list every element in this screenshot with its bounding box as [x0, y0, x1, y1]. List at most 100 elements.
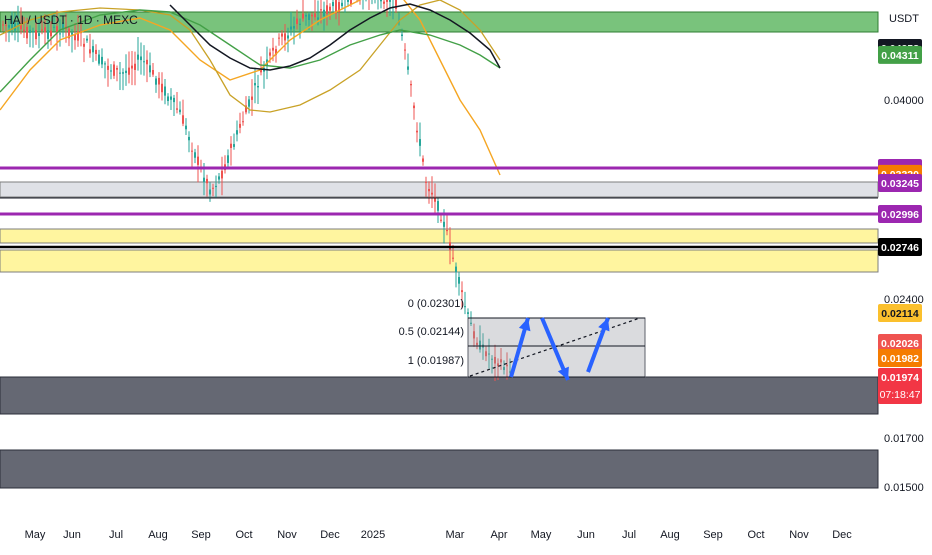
chart-area[interactable]: 0 (0.02301) 0.5 (0.02144) 1 (0.01987) May J…	[0, 0, 932, 550]
candle-body	[209, 189, 211, 195]
price-chart[interactable]: 0 (0.02301) 0.5 (0.02144) 1 (0.01987) May J…	[0, 0, 932, 550]
candle-body	[164, 86, 166, 96]
candle-body	[182, 115, 184, 124]
candle-body	[431, 192, 433, 195]
candle-body	[347, 0, 349, 2]
x-tick-label: Jul	[109, 529, 123, 541]
x-tick-label: Sep	[191, 529, 211, 541]
candle-body	[101, 56, 103, 65]
x-tick-label: Nov	[277, 529, 297, 541]
x-tick-label: Aug	[660, 529, 680, 541]
candle-body	[197, 156, 199, 165]
x-tick-label: May	[25, 529, 46, 541]
x-tick-label: Oct	[235, 529, 252, 541]
candle-body	[158, 77, 160, 85]
candle-body	[464, 306, 466, 308]
x-tick-label: Jun	[63, 529, 81, 541]
candle-body	[410, 83, 412, 86]
x-tick-label: Dec	[320, 529, 340, 541]
candle-body	[125, 70, 127, 74]
candle-body	[176, 108, 178, 110]
candle-body	[206, 178, 208, 184]
y-tick-label: 0.04000	[884, 95, 924, 107]
candle-body	[257, 86, 259, 88]
candle-body	[461, 290, 463, 293]
candle-body	[341, 2, 343, 7]
candle-body	[389, 0, 391, 2]
yellow-zone-2	[0, 249, 879, 273]
candle-body	[296, 18, 298, 24]
price-label: 0.03245	[881, 178, 919, 190]
candle-body	[323, 9, 325, 17]
candle-body	[191, 150, 193, 152]
candle-body	[221, 170, 223, 179]
y-tick-label: 0.01500	[884, 482, 924, 494]
candle-body	[440, 219, 442, 221]
price-label: 0.02026	[881, 338, 919, 350]
candle-body	[305, 14, 307, 17]
candle-body	[194, 152, 196, 158]
x-tick-label: 2025	[361, 529, 385, 541]
x-tick-label: May	[531, 529, 552, 541]
candle-body	[50, 30, 52, 37]
candle-body	[380, 0, 382, 2]
x-tick-label: Apr	[490, 529, 507, 541]
candle-body	[35, 30, 37, 40]
price-label: 0.01974	[881, 372, 919, 384]
candle-body	[128, 67, 130, 75]
candle-body	[425, 181, 427, 183]
candle-body	[293, 26, 295, 29]
candle-body	[137, 54, 139, 60]
candle-body	[419, 139, 421, 146]
price-label: 0.02746	[881, 242, 919, 254]
candle-body	[149, 65, 151, 73]
candle-body	[89, 49, 91, 54]
dark-support-zone-1	[0, 376, 879, 415]
candle-body	[155, 78, 157, 85]
dark-support-zone-2	[0, 449, 879, 489]
candle-body	[185, 125, 187, 130]
candle-body	[38, 33, 40, 36]
candle-body	[113, 64, 115, 76]
yellow-zone-1	[0, 228, 879, 244]
fib-label: 1 (0.01987)	[408, 355, 464, 367]
candle-body	[299, 23, 301, 25]
candle-body	[95, 49, 97, 54]
candle-body	[26, 26, 28, 39]
candle-body	[167, 96, 169, 102]
price-label: 0.04311	[881, 50, 919, 62]
candle-body	[179, 109, 181, 113]
candle-body	[317, 17, 319, 20]
x-tick-label: Mar	[446, 529, 465, 541]
candle-body	[308, 14, 310, 20]
candle-body	[242, 121, 244, 123]
candle-body	[107, 65, 109, 70]
candle-body	[23, 29, 25, 32]
candle-body	[455, 266, 457, 273]
candle-body	[32, 30, 34, 32]
candle-body	[104, 63, 106, 65]
candle-body	[413, 105, 415, 109]
gray-zone	[0, 181, 879, 198]
symbol-title[interactable]: HAI / USDT · 1D · MEXC	[4, 13, 138, 27]
candle-body	[422, 158, 424, 162]
x-tick-label: Jun	[577, 529, 595, 541]
candle-body	[203, 177, 205, 182]
candle-body	[329, 6, 331, 11]
candle-body	[458, 277, 460, 284]
candle-body	[161, 83, 163, 93]
candle-body	[59, 33, 61, 35]
x-tick-label: Dec	[832, 529, 852, 541]
x-tick-label: Oct	[747, 529, 764, 541]
candle-body	[437, 201, 439, 211]
candle-body	[173, 97, 175, 103]
candle-body	[383, 1, 385, 4]
candle-body	[401, 34, 403, 37]
candle-body	[86, 38, 88, 41]
candle-body	[119, 72, 121, 74]
candle-body	[215, 185, 217, 188]
candle-body	[140, 56, 142, 61]
countdown-label: 07:18:47	[880, 389, 921, 401]
candle-body	[47, 30, 49, 39]
candle-body	[326, 5, 328, 15]
